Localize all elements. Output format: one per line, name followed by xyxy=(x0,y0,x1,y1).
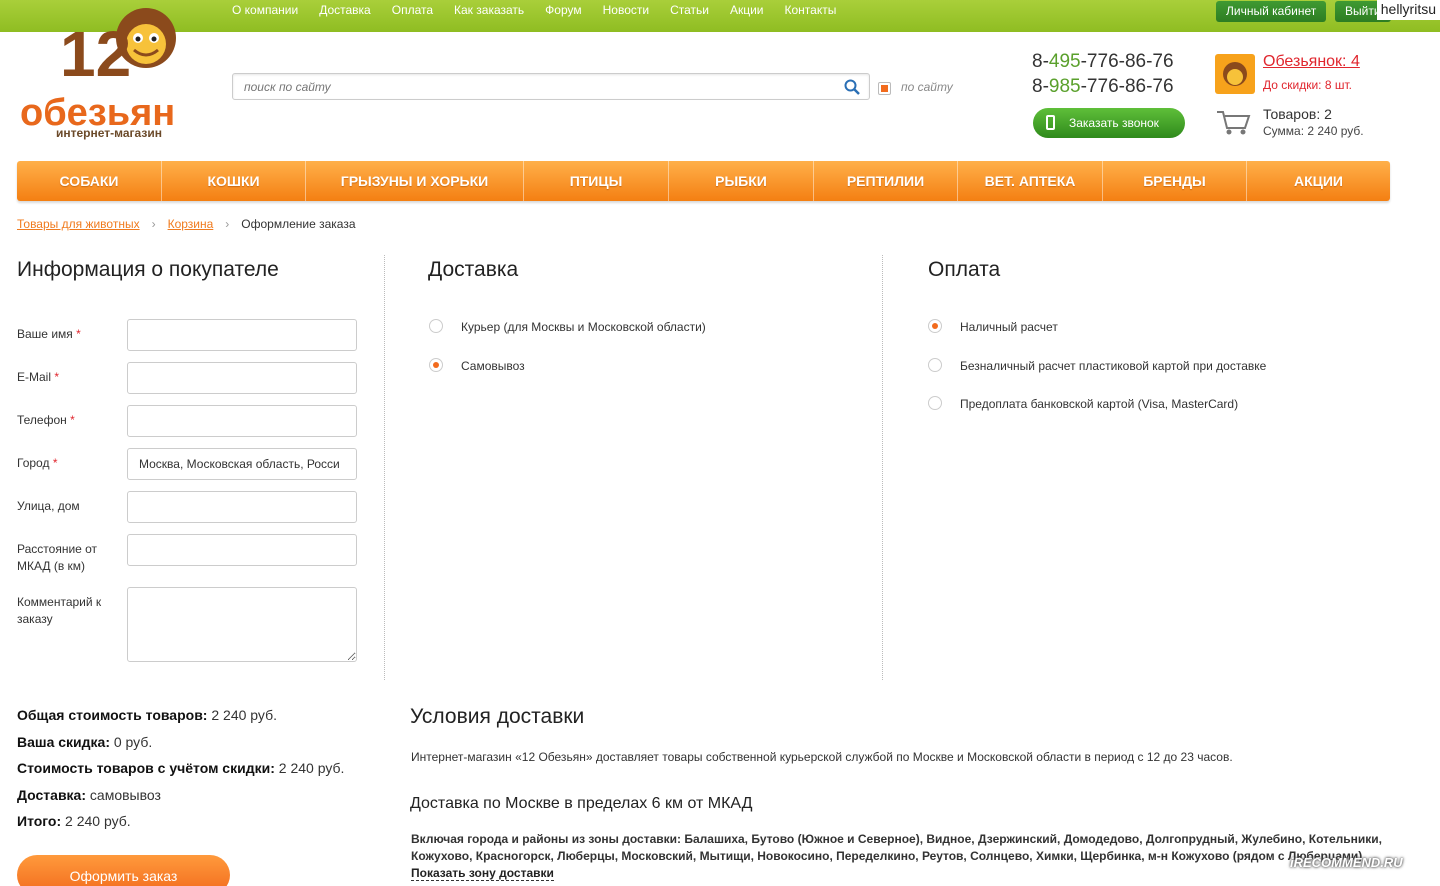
conditions-zones: Включая города и районы из зоны доставки… xyxy=(411,832,1382,863)
total-goods: Общая стоимость товаров: 2 240 руб. xyxy=(17,707,277,723)
conditions-paragraph: Интернет-магазин «12 Обезьян» доставляет… xyxy=(411,750,1233,764)
payment-card-delivery-label[interactable]: Безналичный расчет пластиковой картой пр… xyxy=(960,359,1266,373)
menu-rodents[interactable]: ГРЫЗУНЫ И ХОРЬКИ xyxy=(306,161,524,201)
topnav-delivery[interactable]: Доставка xyxy=(319,3,371,17)
topnav-promos[interactable]: Акции xyxy=(730,3,764,17)
distance-field[interactable] xyxy=(127,534,357,566)
cart-count[interactable]: Товаров: 2 xyxy=(1263,106,1332,122)
conditions-subtitle: Доставка по Москве в пределах 6 км от МК… xyxy=(410,795,753,812)
grand-total: Итого: 2 240 руб. xyxy=(17,813,131,829)
phone-label: Телефон * xyxy=(17,413,75,427)
topnav-payment[interactable]: Оплата xyxy=(392,3,433,17)
category-menu: СОБАКИ КОШКИ ГРЫЗУНЫ И ХОРЬКИ ПТИЦЫ РЫБК… xyxy=(17,161,1390,201)
total-delivery: Доставка: самовывоз xyxy=(17,787,161,803)
monkey-icon xyxy=(1215,54,1255,94)
phone-icon xyxy=(1046,115,1055,130)
crumb-separator: › xyxy=(151,217,156,231)
top-nav: О компании Доставка Оплата Как заказать … xyxy=(232,3,836,17)
breadcrumb: Товары для животных › Корзина › Оформлен… xyxy=(17,217,356,231)
phone-2: 8-985-776-86-76 xyxy=(1032,76,1174,97)
search-scope-label: по сайту xyxy=(901,80,953,94)
menu-reptiles[interactable]: РЕПТИЛИИ xyxy=(814,161,958,201)
payment-title: Оплата xyxy=(928,258,1001,281)
search-input[interactable] xyxy=(233,74,823,99)
payment-prepay-label[interactable]: Предоплата банковской картой (Visa, Mast… xyxy=(960,397,1238,411)
search-box xyxy=(232,73,870,100)
menu-fish[interactable]: РЫБКИ xyxy=(669,161,814,201)
place-order-button[interactable]: Оформить заказ xyxy=(17,855,230,886)
delivery-title: Доставка xyxy=(428,258,519,281)
conditions-title: Условия доставки xyxy=(410,705,585,728)
monkeys-count[interactable]: Обезьянок: 4 xyxy=(1263,53,1360,71)
total-after-discount: Стоимость товаров с учётом скидки: 2 240… xyxy=(17,760,345,776)
topnav-contacts[interactable]: Контакты xyxy=(785,3,837,17)
delivery-pickup-radio[interactable] xyxy=(429,358,443,372)
street-field[interactable] xyxy=(127,491,357,523)
show-zone-link[interactable]: Показать зону доставки xyxy=(411,866,554,881)
comment-label: Комментарий к заказу xyxy=(17,595,102,626)
name-label: Ваше имя * xyxy=(17,327,81,341)
phone-1: 8-495-776-86-76 xyxy=(1032,51,1174,72)
name-field[interactable] xyxy=(127,319,357,351)
phone-field[interactable] xyxy=(127,405,357,437)
callback-button[interactable]: Заказать звонок xyxy=(1033,108,1185,138)
column-divider xyxy=(882,255,883,680)
city-field[interactable] xyxy=(127,448,357,480)
callback-label: Заказать звонок xyxy=(1069,116,1159,130)
topnav-how-to-order[interactable]: Как заказать xyxy=(454,3,524,17)
logo-tagline: интернет-магазин xyxy=(56,126,162,140)
delivery-courier-radio[interactable] xyxy=(429,319,443,333)
payment-cash-radio[interactable] xyxy=(928,319,942,333)
comment-field[interactable] xyxy=(127,587,357,662)
buyer-title: Информация о покупателе xyxy=(17,258,279,281)
distance-label: Расстояние от МКАД (в км) xyxy=(17,542,98,573)
payment-cash-label[interactable]: Наличный расчет xyxy=(960,320,1058,334)
crumb-separator: › xyxy=(225,217,230,231)
street-label: Улица, дом xyxy=(17,499,80,513)
menu-dogs[interactable]: СОБАКИ xyxy=(17,161,162,201)
email-label: E-Mail * xyxy=(17,370,60,384)
payment-card-delivery-radio[interactable] xyxy=(928,358,942,372)
monkeys-discount: До скидки: 8 шт. xyxy=(1263,78,1352,92)
menu-cats[interactable]: КОШКИ xyxy=(162,161,306,201)
watermark: iRECOMMEND.RU xyxy=(1290,855,1403,870)
account-button[interactable]: Личный кабинет xyxy=(1216,1,1327,22)
logo-number: 12 xyxy=(60,18,131,90)
email-field[interactable] xyxy=(127,362,357,394)
city-label: Город * xyxy=(17,456,58,470)
menu-birds[interactable]: ПТИЦЫ xyxy=(524,161,669,201)
topnav-news[interactable]: Новости xyxy=(603,3,649,17)
topnav-forum[interactable]: Форум xyxy=(545,3,581,17)
menu-brands[interactable]: БРЕНДЫ xyxy=(1103,161,1247,201)
delivery-pickup-label[interactable]: Самовывоз xyxy=(461,359,525,373)
cart-icon[interactable] xyxy=(1216,108,1252,136)
delivery-courier-label[interactable]: Курьер (для Москвы и Московской области) xyxy=(461,320,706,334)
search-scope-checkbox[interactable] xyxy=(878,82,891,95)
crumb-current: Оформление заказа xyxy=(241,217,356,231)
menu-vet[interactable]: ВЕТ. АПТЕКА xyxy=(958,161,1103,201)
payment-prepay-radio[interactable] xyxy=(928,396,942,410)
menu-promos[interactable]: АКЦИИ xyxy=(1247,161,1390,201)
total-discount: Ваша скидка: 0 руб. xyxy=(17,734,153,750)
site-logo[interactable]: 12 обезьян интернет-магазин xyxy=(18,0,218,148)
search-icon[interactable] xyxy=(844,79,860,95)
cart-sum: Сумма: 2 240 руб. xyxy=(1263,124,1364,138)
crumb-products[interactable]: Товары для животных xyxy=(17,217,140,231)
crumb-cart[interactable]: Корзина xyxy=(168,217,214,231)
column-divider xyxy=(384,255,385,680)
topnav-about[interactable]: О компании xyxy=(232,3,298,17)
username-label: hellyritsu xyxy=(1376,0,1440,20)
topnav-articles[interactable]: Статьи xyxy=(670,3,709,17)
